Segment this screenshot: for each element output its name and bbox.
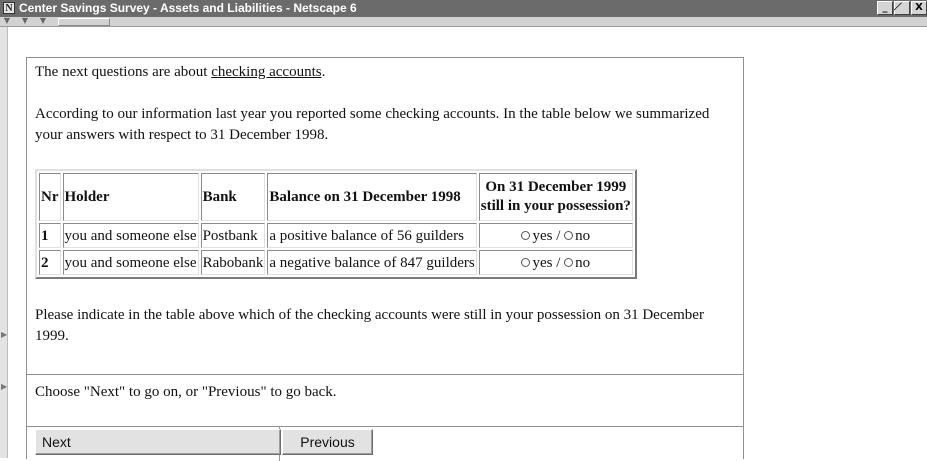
expand-arrow-icon[interactable]: ▶	[1, 383, 7, 391]
row-bank: Rabobank	[200, 250, 266, 275]
no-radio[interactable]	[564, 257, 574, 267]
instruction-text: Please indicate in the table above which…	[35, 307, 704, 344]
no-label: no	[575, 254, 591, 271]
row-balance: a negative balance of 847 guilders	[267, 250, 477, 275]
expand-arrow-icon[interactable]: ▶	[1, 331, 7, 339]
minimize-button[interactable]: _	[877, 1, 893, 15]
column-header-nr: Nr	[39, 173, 61, 221]
yes-radio[interactable]	[521, 230, 531, 240]
possession-choice: yes / no	[478, 250, 633, 275]
toolbar-strip: ▼ ▼ ▼	[0, 16, 927, 27]
row-nr: 2	[39, 250, 61, 275]
maximize-button[interactable]: ̸	[894, 1, 910, 15]
window-title: Center Savings Survey - Assets and Liabi…	[19, 1, 357, 15]
column-header-bank: Bank	[200, 173, 266, 221]
yes-label: yes /	[532, 254, 561, 271]
chevron-down-icon[interactable]: ▼	[18, 16, 32, 26]
close-button[interactable]: X	[911, 1, 927, 15]
row-holder: you and someone else	[62, 250, 199, 275]
accounts-table: Nr Holder Bank Balance on 31 December 19…	[35, 169, 637, 279]
yes-radio[interactable]	[521, 257, 531, 267]
netscape-app-icon: N	[3, 2, 15, 14]
intro-text: The next questions are about checking ac…	[35, 62, 735, 83]
title-bar: N Center Savings Survey - Assets and Lia…	[0, 0, 927, 17]
row-holder: you and someone else	[62, 223, 199, 248]
row-bank: Postbank	[200, 223, 266, 248]
survey-panel: The next questions are about checking ac…	[26, 57, 744, 461]
intro-after: .	[321, 64, 326, 80]
column-header-balance: Balance on 31 December 1998	[267, 173, 477, 221]
toolbar-slot	[58, 18, 110, 26]
divider	[27, 374, 743, 375]
chevron-down-icon[interactable]: ▼	[0, 16, 14, 26]
navigation-hint: Choose "Next" to go on, or "Previous" to…	[35, 384, 337, 400]
row-nr: 1	[39, 223, 61, 248]
possession-choice: yes / no	[478, 223, 633, 248]
sidebar-gutter: ▶ ▶	[0, 27, 8, 458]
intro-before: The next questions are about	[35, 64, 212, 80]
chevron-down-icon[interactable]: ▼	[36, 16, 50, 26]
no-radio[interactable]	[564, 230, 574, 240]
previous-button[interactable]: Previous	[282, 429, 373, 455]
table-row: 2 you and someone else Rabobank a negati…	[39, 250, 633, 275]
window-controls: _ ̸ X	[877, 1, 927, 15]
row-balance: a positive balance of 56 guilders	[267, 223, 477, 248]
yes-label: yes /	[532, 227, 561, 244]
info-text: According to our information last year y…	[35, 106, 710, 143]
table-header-row: Nr Holder Bank Balance on 31 December 19…	[39, 173, 633, 221]
column-header-possession: On 31 December 1999 still in your possess…	[478, 173, 633, 221]
table-row: 1 you and someone else Postbank a positi…	[39, 223, 633, 248]
possession-header-line1: On 31 December 1999	[485, 179, 627, 195]
no-label: no	[575, 227, 591, 244]
divider	[27, 426, 743, 427]
column-header-holder: Holder	[62, 173, 199, 221]
possession-header-line2: still in your possession?	[480, 198, 631, 214]
next-button[interactable]: Next	[35, 429, 281, 455]
checking-accounts-link: checking accounts	[211, 64, 322, 80]
